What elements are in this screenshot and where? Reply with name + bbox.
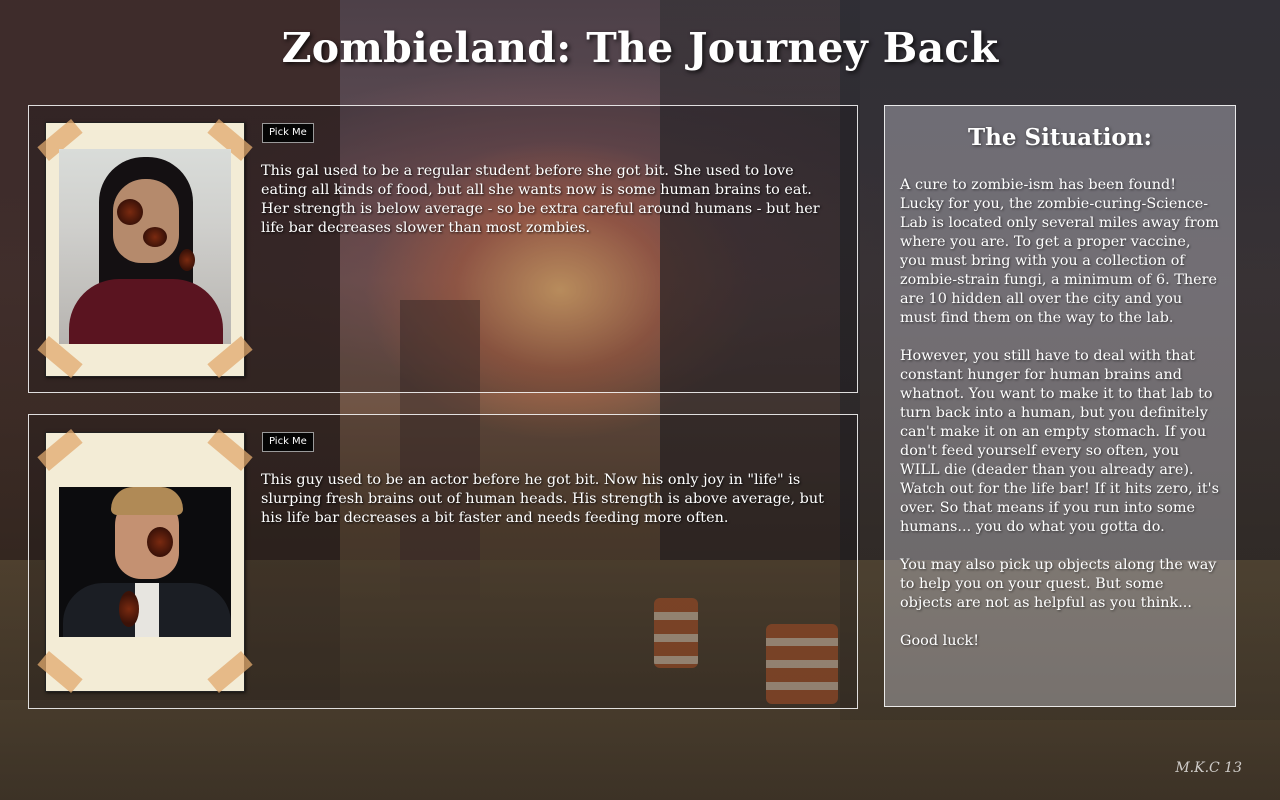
- zombie-guy-portrait-icon: [59, 487, 231, 637]
- situation-panel: The Situation: A cure to zombie-ism has …: [884, 105, 1236, 707]
- situation-heading: The Situation:: [968, 124, 1152, 151]
- situation-paragraph: You may also pick up objects along the w…: [900, 557, 1217, 611]
- character-description: This gal used to be a regular student be…: [261, 163, 820, 236]
- situation-paragraph: A cure to zombie-ism has been found! Luc…: [900, 177, 1219, 326]
- situation-paragraph: Good luck!: [900, 633, 980, 649]
- character-photo: [37, 428, 253, 694]
- zombie-girl-portrait-icon: [59, 149, 231, 344]
- page-title: Zombieland: The Journey Back: [281, 24, 999, 72]
- situation-paragraph: However, you still have to deal with tha…: [900, 348, 1220, 535]
- character-card-girl: Pick Me This gal used to be a regular st…: [28, 105, 858, 393]
- character-description: This guy used to be an actor before he g…: [261, 472, 824, 526]
- pick-me-button-girl[interactable]: Pick Me: [262, 123, 314, 143]
- character-photo: [37, 118, 253, 379]
- artist-signature: M.K.C 13: [1175, 760, 1242, 776]
- pick-me-button-guy[interactable]: Pick Me: [262, 432, 314, 452]
- character-card-guy: Pick Me This guy used to be an actor bef…: [28, 414, 858, 709]
